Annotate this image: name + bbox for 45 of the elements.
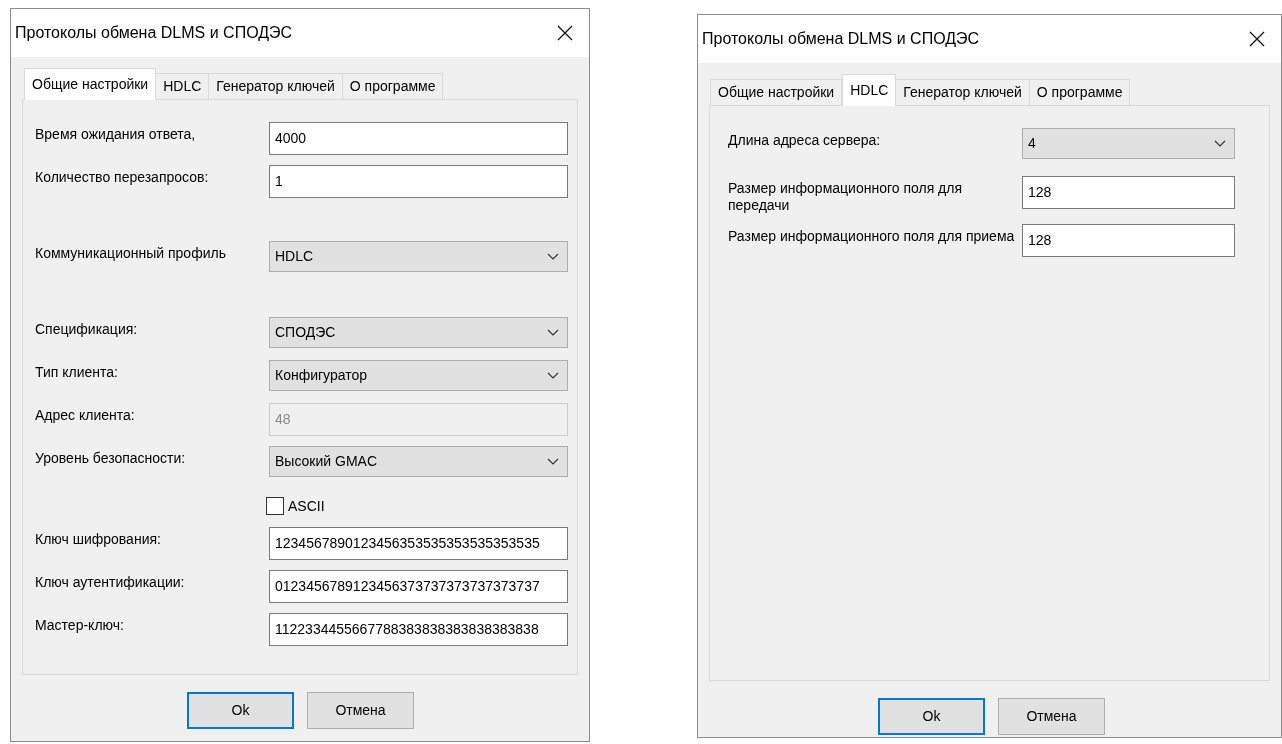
text-field[interactable]: 1234567890123456353535353535353535 [269, 527, 568, 560]
field-label: Тип клиента: [35, 363, 119, 381]
dialog-button[interactable]: Ok [878, 698, 985, 735]
field-label: Время ожидания ответа, [35, 125, 197, 143]
text-field[interactable]: 1 [269, 165, 568, 198]
tab[interactable]: О программе [1028, 79, 1131, 105]
close-icon [557, 25, 573, 41]
field-label: Коммуникационный профиль [35, 244, 227, 262]
field-label: Ключ шифрования: [35, 530, 162, 548]
dialog-button[interactable]: Отмена [998, 698, 1105, 735]
text-field[interactable]: 1122334455667788383838383838383838 [269, 613, 568, 646]
field-label: Адрес клиента: [35, 406, 136, 424]
field-label: Спецификация: [35, 320, 139, 338]
tab[interactable]: Общие настройки [24, 68, 157, 100]
field-label: Мастер-ключ: [35, 616, 125, 634]
chevron-down-icon [547, 329, 559, 336]
field-label: Количество перезапросов: [35, 168, 210, 186]
tab[interactable]: Общие настройки [710, 79, 843, 105]
checkbox[interactable]: ASCII [266, 495, 325, 517]
window-title: Протоколы обмена DLMS и СПОДЭС [702, 29, 980, 49]
field-label: Размер информационного поля для приема [728, 227, 1016, 245]
chevron-down-icon [547, 458, 559, 465]
field-label: Ключ аутентификации: [35, 573, 186, 591]
checkbox-box[interactable] [266, 497, 284, 515]
field-label: Размер информационного поля для передачи [728, 179, 964, 214]
tab[interactable]: HDLC [842, 74, 897, 106]
chevron-down-icon [547, 372, 559, 379]
text-field[interactable]: 4000 [269, 122, 568, 155]
text-field[interactable]: 0123456789123456373737373737373737 [269, 570, 568, 603]
dropdown[interactable]: 4 [1022, 128, 1235, 159]
close-icon [1249, 31, 1265, 47]
text-field[interactable]: 128 [1022, 224, 1235, 257]
dialog-button[interactable]: Отмена [307, 692, 414, 729]
dropdown[interactable]: СПОДЭС [269, 317, 568, 348]
text-field[interactable]: 128 [1022, 176, 1235, 209]
dropdown[interactable]: HDLC [269, 241, 568, 272]
dialog-button[interactable]: Ok [187, 692, 294, 729]
field-label: Длина адреса сервера: [728, 131, 882, 149]
dropdown[interactable]: Конфигуратор [269, 360, 568, 391]
dropdown[interactable]: Высокий GMAC [269, 446, 568, 477]
chevron-down-icon [1214, 140, 1226, 147]
tab[interactable]: О программе [341, 73, 444, 99]
chevron-down-icon [547, 253, 559, 260]
window-title: Протоколы обмена DLMS и СПОДЭС [15, 23, 293, 43]
field-label: Уровень безопасности: [35, 449, 187, 467]
